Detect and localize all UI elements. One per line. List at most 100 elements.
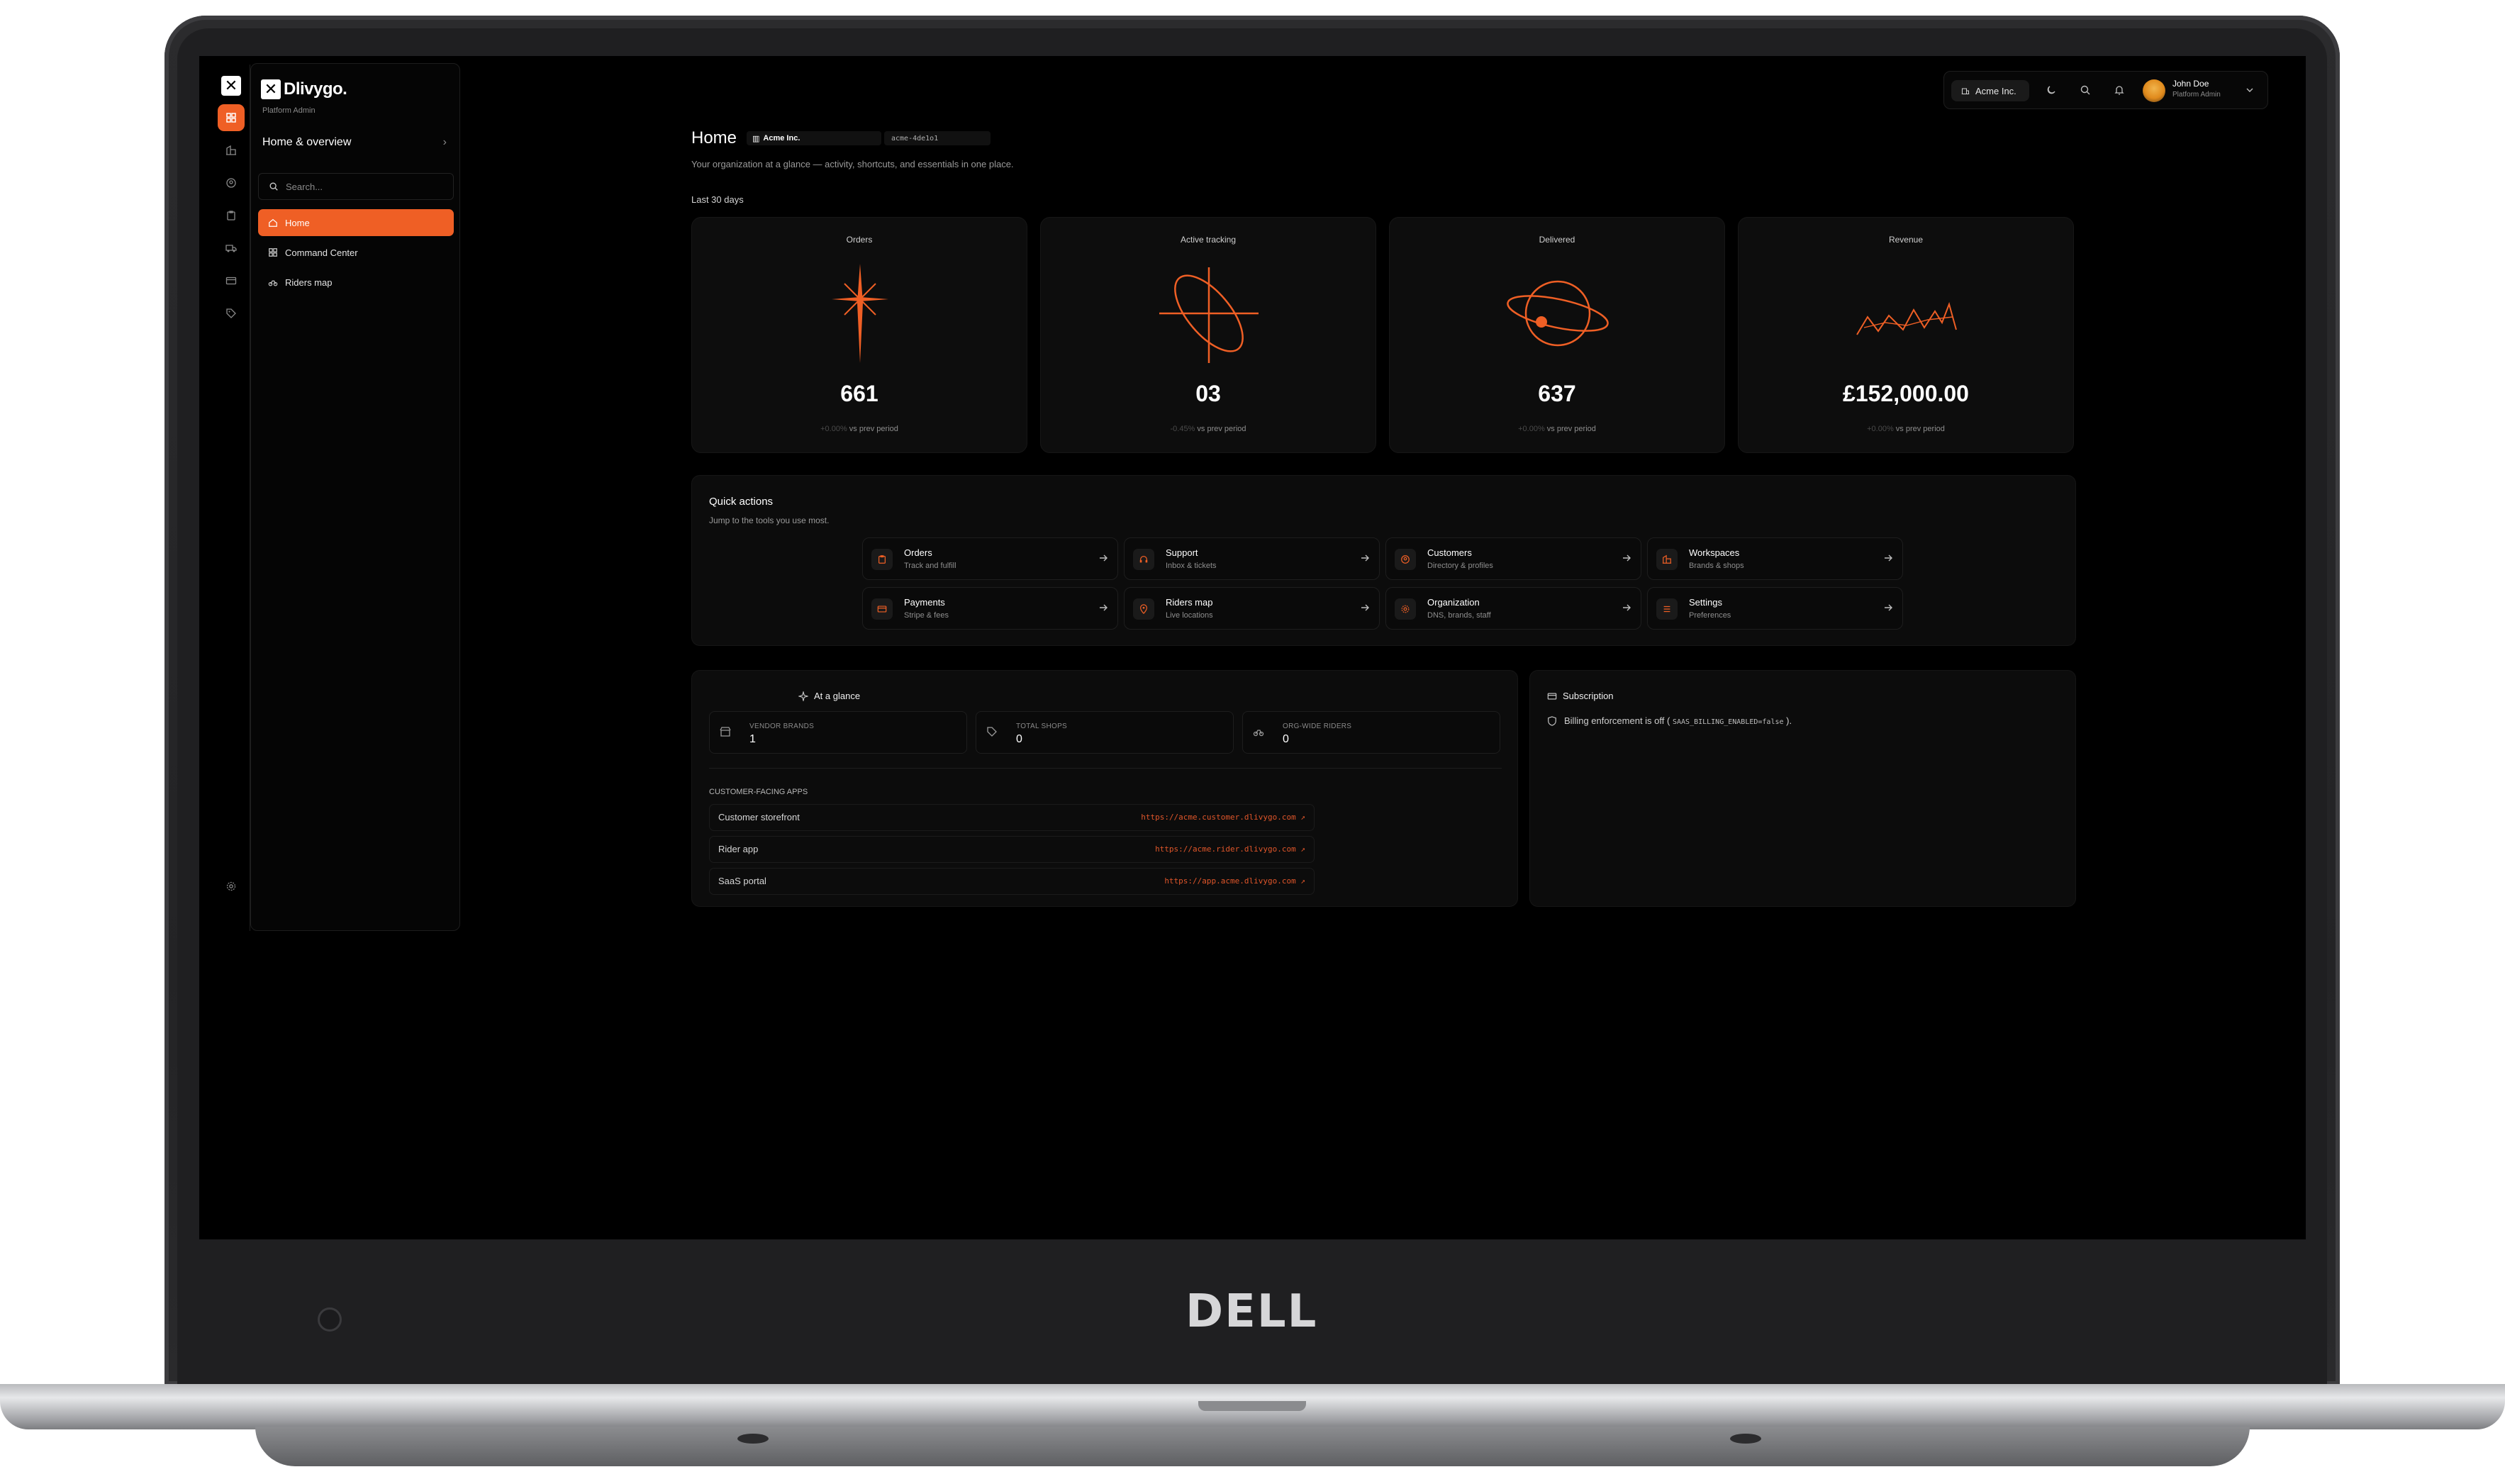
quick-action-customers[interactable]: Customers Directory & profiles — [1385, 537, 1641, 580]
moon-icon — [2047, 86, 2055, 94]
org-chip-label: Acme Inc. — [763, 134, 800, 143]
stat-delta-text: vs prev period — [1546, 425, 1596, 433]
metric-value: 1 — [749, 733, 756, 745]
theme-toggle-button[interactable] — [2043, 82, 2059, 98]
quick-action-label: Organization — [1427, 597, 1480, 608]
user-role: Platform Admin — [2172, 91, 2221, 99]
metric-label: TOTAL SHOPS — [1016, 723, 1068, 730]
quick-action-payments[interactable]: Payments Stripe & fees — [862, 587, 1118, 630]
quick-action-settings[interactable]: Settings Preferences — [1647, 587, 1903, 630]
sidebar-item-command-center[interactable]: Command Center — [258, 239, 454, 266]
stat-card-orders[interactable]: Orders 661 +0.00% vs prev period — [691, 217, 1027, 453]
billing-message-end: ). — [1786, 715, 1792, 726]
sidebar-search-input[interactable]: Search... — [258, 173, 454, 200]
user-circle-icon — [1395, 549, 1416, 570]
orbit-cross-icon — [1159, 267, 1259, 363]
org-id-chip: acme-4de1o1 — [884, 131, 991, 145]
card-icon — [1547, 692, 1557, 700]
stat-card-active-tracking[interactable]: Active tracking 03 -0.45% vs prev period — [1040, 217, 1376, 453]
sidebar-item-home[interactable]: Home — [258, 209, 454, 236]
gear-icon — [1395, 598, 1416, 620]
app-url: https://acme.customer.dlivygo.com — [1141, 813, 1296, 822]
chevron-right-icon: › — [442, 136, 447, 148]
stat-delta: +0.00% vs prev period — [1390, 425, 1724, 433]
quick-action-orders[interactable]: Orders Track and fulfill — [862, 537, 1118, 580]
external-link-icon: ↗ — [1300, 876, 1305, 886]
quick-action-label: Customers — [1427, 547, 1472, 558]
quick-action-desc: Inbox & tickets — [1166, 562, 1217, 570]
at-a-glance-title: At a glance — [814, 691, 861, 701]
billing-flag: SAAS_BILLING_ENABLED=false — [1672, 718, 1784, 726]
sliders-icon — [1656, 598, 1678, 620]
card-icon — [225, 277, 237, 285]
store-icon — [720, 727, 731, 737]
arrow-right-icon — [1100, 604, 1108, 611]
map-pin-icon — [1133, 598, 1154, 620]
app-url-link[interactable]: https://app.acme.dlivygo.com ↗ — [1164, 876, 1305, 886]
arrow-right-icon — [1885, 604, 1892, 611]
stat-delta: -0.45% vs prev period — [1041, 425, 1376, 433]
stat-delta: +0.00% vs prev period — [692, 425, 1027, 433]
bike-icon — [268, 280, 278, 286]
quick-actions-panel: Quick actions Jump to the tools you use … — [691, 475, 2076, 646]
truck-icon — [225, 245, 237, 252]
app-url: https://app.acme.dlivygo.com — [1164, 876, 1296, 886]
gear-icon — [226, 881, 236, 891]
quick-action-desc: Stripe & fees — [904, 611, 949, 620]
stat-card-delivered[interactable]: Delivered 637 +0.00% vs prev period — [1389, 217, 1725, 453]
search-placeholder: Search... — [286, 181, 323, 192]
app-logo-icon[interactable]: ✕ — [221, 76, 241, 96]
avatar[interactable] — [2143, 79, 2165, 102]
app-url-link[interactable]: https://acme.customer.dlivygo.com ↗ — [1141, 813, 1305, 822]
date-range-label: Last 30 days — [691, 194, 744, 205]
quick-action-desc: Brands & shops — [1689, 562, 1744, 570]
sidebar-item-riders-map[interactable]: Riders map — [258, 269, 454, 296]
quick-action-organization[interactable]: Organization DNS, brands, staff — [1385, 587, 1641, 630]
org-name: Acme Inc. — [1975, 85, 2016, 96]
rail-payments-button[interactable] — [218, 267, 245, 294]
at-a-glance-header: At a glance — [798, 691, 860, 701]
billing-message: Billing enforcement is off ( — [1564, 715, 1670, 726]
quick-action-support[interactable]: Support Inbox & tickets — [1124, 537, 1380, 580]
stat-value: 03 — [1195, 381, 1221, 406]
sidebar-item-label: Home — [285, 217, 310, 228]
quick-action-label: Orders — [904, 547, 932, 558]
search-button[interactable] — [2077, 82, 2093, 98]
clipboard-icon — [227, 211, 235, 221]
app-url-link[interactable]: https://acme.rider.dlivygo.com ↗ — [1155, 844, 1305, 854]
rail-customers-button[interactable] — [218, 169, 245, 196]
rail-settings-button[interactable] — [218, 873, 245, 900]
sidebar: ✕ Dlivygo. Platform Admin Home & overvie… — [250, 63, 460, 931]
org-switcher-button[interactable]: Acme Inc. — [1951, 80, 2029, 101]
rail-buildings-button[interactable] — [218, 137, 245, 164]
stat-label: Active tracking — [1180, 235, 1237, 245]
webcam-icon — [318, 1307, 342, 1332]
subscription-header: Subscription — [1547, 691, 1614, 701]
icon-rail: ✕ — [209, 65, 250, 931]
stat-delta-pct: -0.45% — [1170, 425, 1195, 433]
stat-card-revenue[interactable]: Revenue £152,000.00 +0.00% vs prev perio… — [1738, 217, 2074, 453]
stat-delta-pct: +0.00% — [1867, 425, 1894, 433]
stat-label: Orders — [846, 235, 873, 245]
building-icon: ▥ — [752, 134, 760, 143]
rail-home-button[interactable] — [218, 104, 245, 131]
divider — [709, 768, 1502, 769]
tag-icon — [226, 308, 236, 318]
subscription-title: Subscription — [1563, 691, 1614, 701]
metric-vendor-brands: VENDOR BRANDS 1 — [709, 711, 967, 754]
notifications-button[interactable] — [2111, 82, 2127, 98]
quick-action-workspaces[interactable]: Workspaces Brands & shops — [1647, 537, 1903, 580]
quick-action-riders-map[interactable]: Riders map Live locations — [1124, 587, 1380, 630]
stat-label: Delivered — [1539, 235, 1575, 245]
user-name: John Doe — [2172, 79, 2209, 89]
rail-orders-button[interactable] — [218, 202, 245, 229]
brand-logo[interactable]: ✕ Dlivygo. — [261, 79, 347, 99]
quick-action-desc: Directory & profiles — [1427, 562, 1493, 570]
rail-tags-button[interactable] — [218, 300, 245, 327]
user-menu-button[interactable] — [2242, 82, 2258, 98]
sidebar-section-title: Home & overview — [262, 136, 352, 148]
rail-delivery-button[interactable] — [218, 235, 245, 262]
sidebar-section-toggle[interactable]: Home & overview › — [262, 136, 447, 149]
headset-icon — [1133, 549, 1154, 570]
quick-action-desc: Preferences — [1689, 611, 1731, 620]
